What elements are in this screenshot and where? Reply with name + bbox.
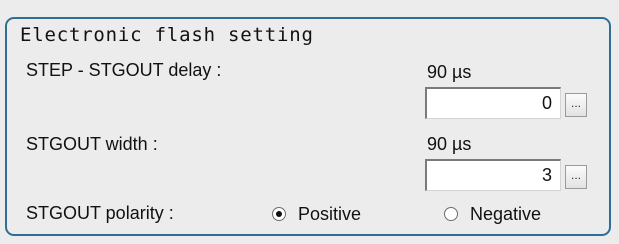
step-stgout-delay-browse-button[interactable]: ... — [565, 93, 587, 117]
stgout-width-control: 3 ... — [425, 159, 589, 191]
step-stgout-delay-label: STEP - STGOUT delay : — [26, 60, 222, 80]
radio-selected-icon — [272, 207, 286, 221]
polarity-positive-radio[interactable]: Positive — [272, 203, 392, 227]
stgout-width-value: 90 µs — [427, 134, 472, 154]
polarity-negative-label: Negative — [470, 204, 542, 224]
stgout-width-label: STGOUT width : — [26, 134, 158, 154]
group-title: Electronic flash setting — [16, 23, 318, 47]
step-stgout-delay-input[interactable]: 0 — [425, 87, 561, 119]
step-stgout-delay-value: 90 µs — [427, 62, 472, 82]
stgout-width-browse-button[interactable]: ... — [565, 165, 587, 189]
stgout-width-input[interactable]: 3 — [425, 159, 561, 191]
stgout-polarity-label: STGOUT polarity : — [26, 203, 174, 223]
polarity-negative-radio[interactable]: Negative — [444, 203, 574, 227]
radio-unselected-icon — [444, 207, 458, 221]
polarity-positive-label: Positive — [298, 204, 362, 224]
electronic-flash-setting-group: Electronic flash setting STEP - STGOUT d… — [5, 17, 611, 236]
step-stgout-delay-control: 0 ... — [425, 87, 589, 119]
